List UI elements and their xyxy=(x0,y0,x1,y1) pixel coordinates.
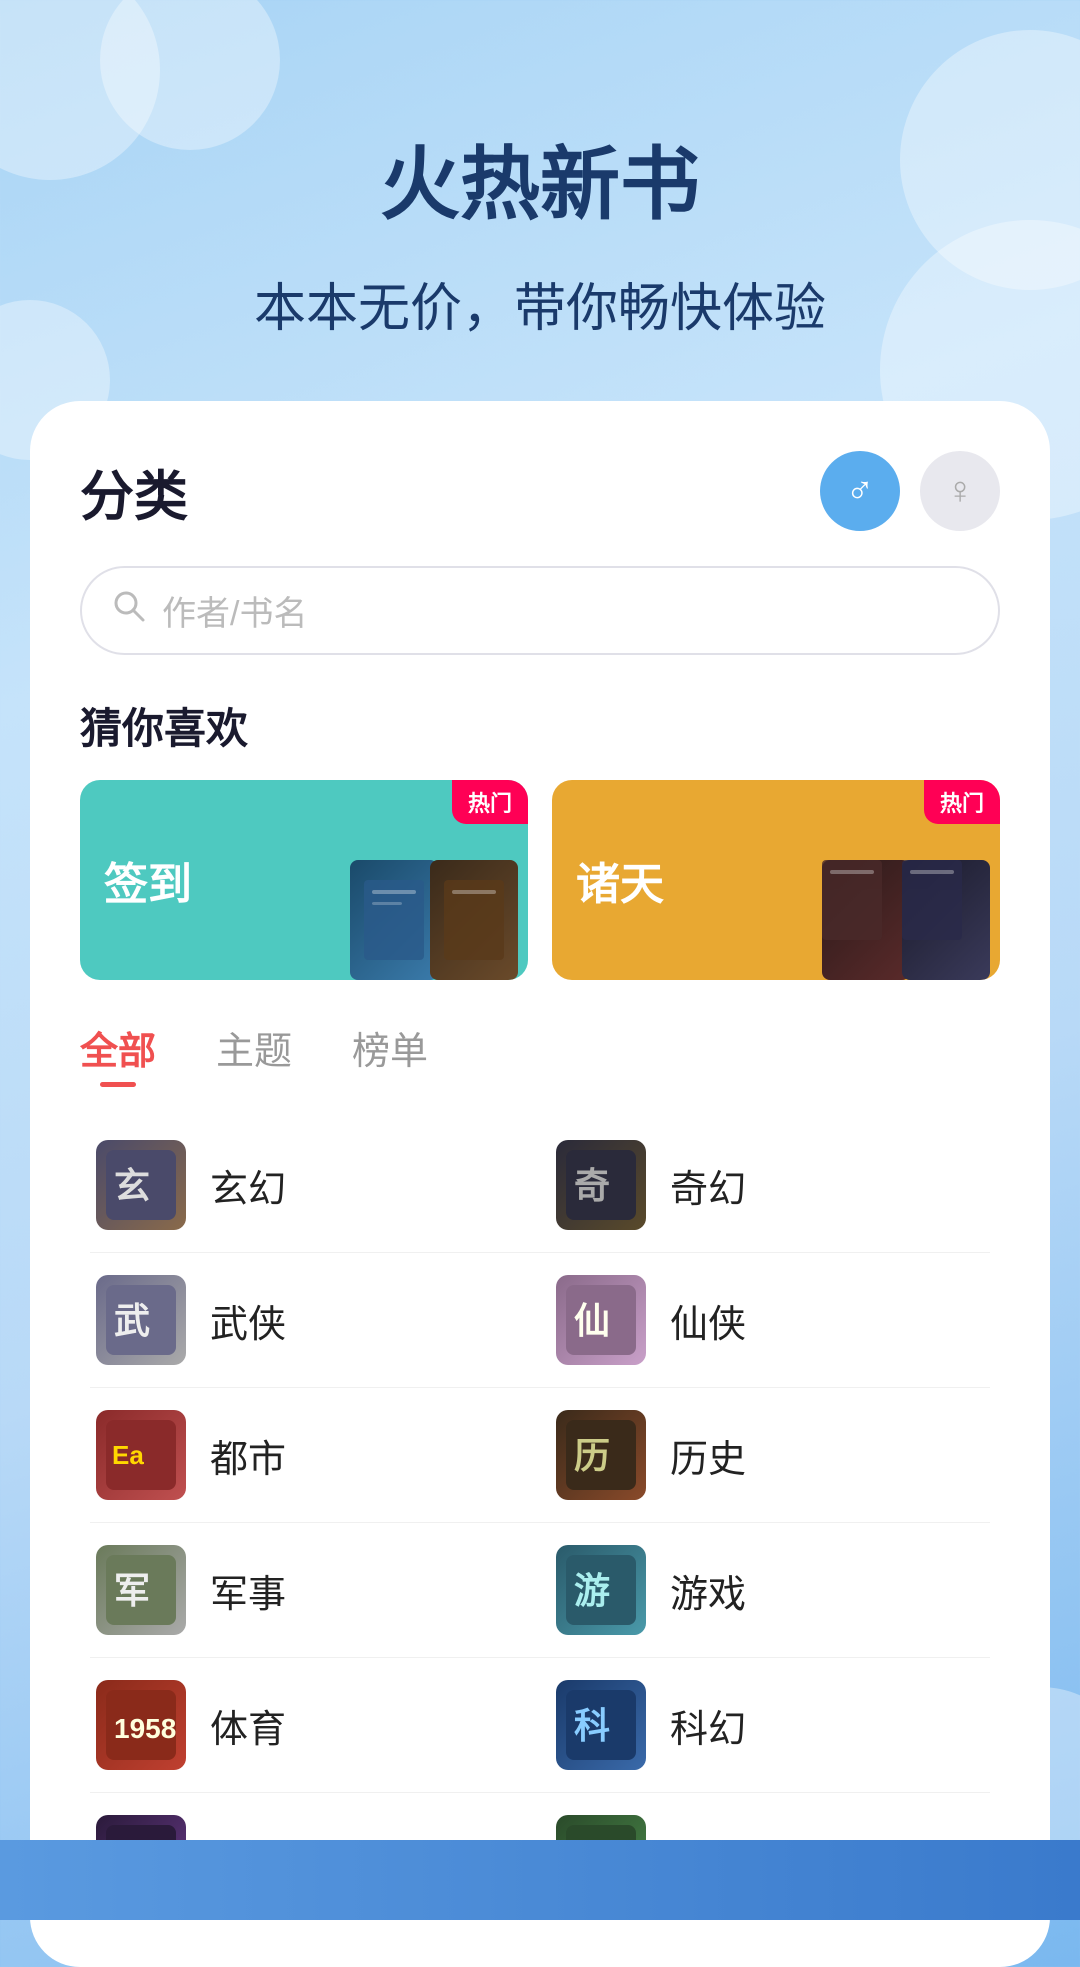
category-item-tiyu[interactable]: 1958 体育 xyxy=(80,1658,540,1792)
cat-label-youxi: 游戏 xyxy=(670,1563,746,1618)
cat-thumb-kehuan: 科 xyxy=(556,1680,646,1770)
featured-zhutian-label: 诸天 xyxy=(576,848,664,912)
svg-text:仙: 仙 xyxy=(574,1300,610,1341)
svg-text:1958: 1958 xyxy=(114,1713,176,1744)
tab-ranking[interactable]: 榜单 xyxy=(352,1020,428,1087)
cat-label-kehuan: 科幻 xyxy=(670,1698,746,1753)
bottom-bar xyxy=(0,1840,1080,1920)
cat-thumb-youxi: 游 xyxy=(556,1545,646,1635)
search-placeholder-text: 作者/书名 xyxy=(162,586,307,635)
category-row-4: 军 军事 游 游戏 xyxy=(80,1523,1000,1657)
featured-checkin-label: 签到 xyxy=(104,848,192,912)
category-item-kehuan[interactable]: 科 科幻 xyxy=(540,1658,1000,1792)
female-gender-button[interactable]: ♀ xyxy=(920,451,1000,531)
main-card: 分类 ♂ ♀ 作者/书名 猜你喜欢 热门 签到 xyxy=(30,401,1050,1967)
cat-label-wuxia: 武侠 xyxy=(210,1293,286,1348)
tabs-row: 全部 主题 榜单 xyxy=(80,1020,1000,1088)
category-row-2: 武 武侠 仙 仙侠 xyxy=(80,1253,1000,1387)
cat-thumb-qihuan: 奇 xyxy=(556,1140,646,1230)
male-icon: ♂ xyxy=(846,470,875,513)
svg-text:玄: 玄 xyxy=(114,1165,150,1206)
cat-label-tiyu: 体育 xyxy=(210,1698,286,1753)
svg-text:科: 科 xyxy=(574,1705,610,1746)
search-icon xyxy=(112,589,146,632)
cat-thumb-xuanhuan: 玄 xyxy=(96,1140,186,1230)
category-row-3: Ea 都市 历 历史 xyxy=(80,1388,1000,1522)
category-item-youxi[interactable]: 游 游戏 xyxy=(540,1523,1000,1657)
cat-label-xuanhuan: 玄幻 xyxy=(210,1158,286,1213)
cat-label-lishi: 历史 xyxy=(670,1428,746,1483)
svg-text:奇: 奇 xyxy=(574,1165,610,1206)
featured-zhutian-card[interactable]: 热门 诸天 xyxy=(552,780,1000,980)
cat-label-dushi: 都市 xyxy=(210,1428,286,1483)
section-title: 分类 xyxy=(80,452,188,531)
svg-text:军: 军 xyxy=(114,1570,150,1611)
svg-text:Ea: Ea xyxy=(112,1440,144,1470)
top-bar: 分类 ♂ ♀ xyxy=(80,451,1000,531)
category-item-junshi[interactable]: 军 军事 xyxy=(80,1523,540,1657)
cat-thumb-lishi: 历 xyxy=(556,1410,646,1500)
category-item-xuanhuan[interactable]: 玄 玄幻 xyxy=(80,1118,540,1252)
category-item-dushi[interactable]: Ea 都市 xyxy=(80,1388,540,1522)
cat-thumb-dushi: Ea xyxy=(96,1410,186,1500)
category-item-xianxia[interactable]: 仙 仙侠 xyxy=(540,1253,1000,1387)
svg-text:武: 武 xyxy=(114,1300,150,1341)
category-row-5: 1958 体育 科 科幻 xyxy=(80,1658,1000,1792)
cat-thumb-xianxia: 仙 xyxy=(556,1275,646,1365)
book-thumb-checkin-1 xyxy=(350,860,438,980)
category-item-wuxia[interactable]: 武 武侠 xyxy=(80,1253,540,1387)
cat-label-qihuan: 奇幻 xyxy=(670,1158,746,1213)
cat-thumb-wuxia: 武 xyxy=(96,1275,186,1365)
book-thumb-zhutian-2 xyxy=(902,860,990,980)
gender-icons: ♂ ♀ xyxy=(820,451,1000,531)
search-bar[interactable]: 作者/书名 xyxy=(80,566,1000,655)
featured-row: 热门 签到 热门 xyxy=(80,780,1000,980)
category-item-lishi[interactable]: 历 历史 xyxy=(540,1388,1000,1522)
featured-checkin-card[interactable]: 热门 签到 xyxy=(80,780,528,980)
category-row-1: 玄 玄幻 奇 奇幻 xyxy=(80,1118,1000,1252)
cat-thumb-junshi: 军 xyxy=(96,1545,186,1635)
book-thumb-checkin-2 xyxy=(430,860,518,980)
cat-thumb-tiyu: 1958 xyxy=(96,1680,186,1770)
category-item-qihuan[interactable]: 奇 奇幻 xyxy=(540,1118,1000,1252)
tab-all[interactable]: 全部 xyxy=(80,1020,156,1087)
guess-you-like-label: 猜你喜欢 xyxy=(80,695,1000,756)
tab-theme[interactable]: 主题 xyxy=(216,1020,292,1087)
male-gender-button[interactable]: ♂ xyxy=(820,451,900,531)
svg-text:游: 游 xyxy=(574,1570,610,1611)
page-subtitle: 本本无价，带你畅快体验 xyxy=(60,266,1020,341)
cat-label-junshi: 军事 xyxy=(210,1563,286,1618)
featured-zhutian-books xyxy=(820,780,1000,980)
female-icon: ♀ xyxy=(946,470,975,513)
category-grid: 玄 玄幻 奇 奇幻 武 武侠 仙 xyxy=(80,1118,1000,1927)
featured-checkin-books xyxy=(348,780,528,980)
svg-text:历: 历 xyxy=(574,1435,610,1476)
book-thumb-zhutian-1 xyxy=(822,860,910,980)
cat-label-xianxia: 仙侠 xyxy=(670,1293,746,1348)
